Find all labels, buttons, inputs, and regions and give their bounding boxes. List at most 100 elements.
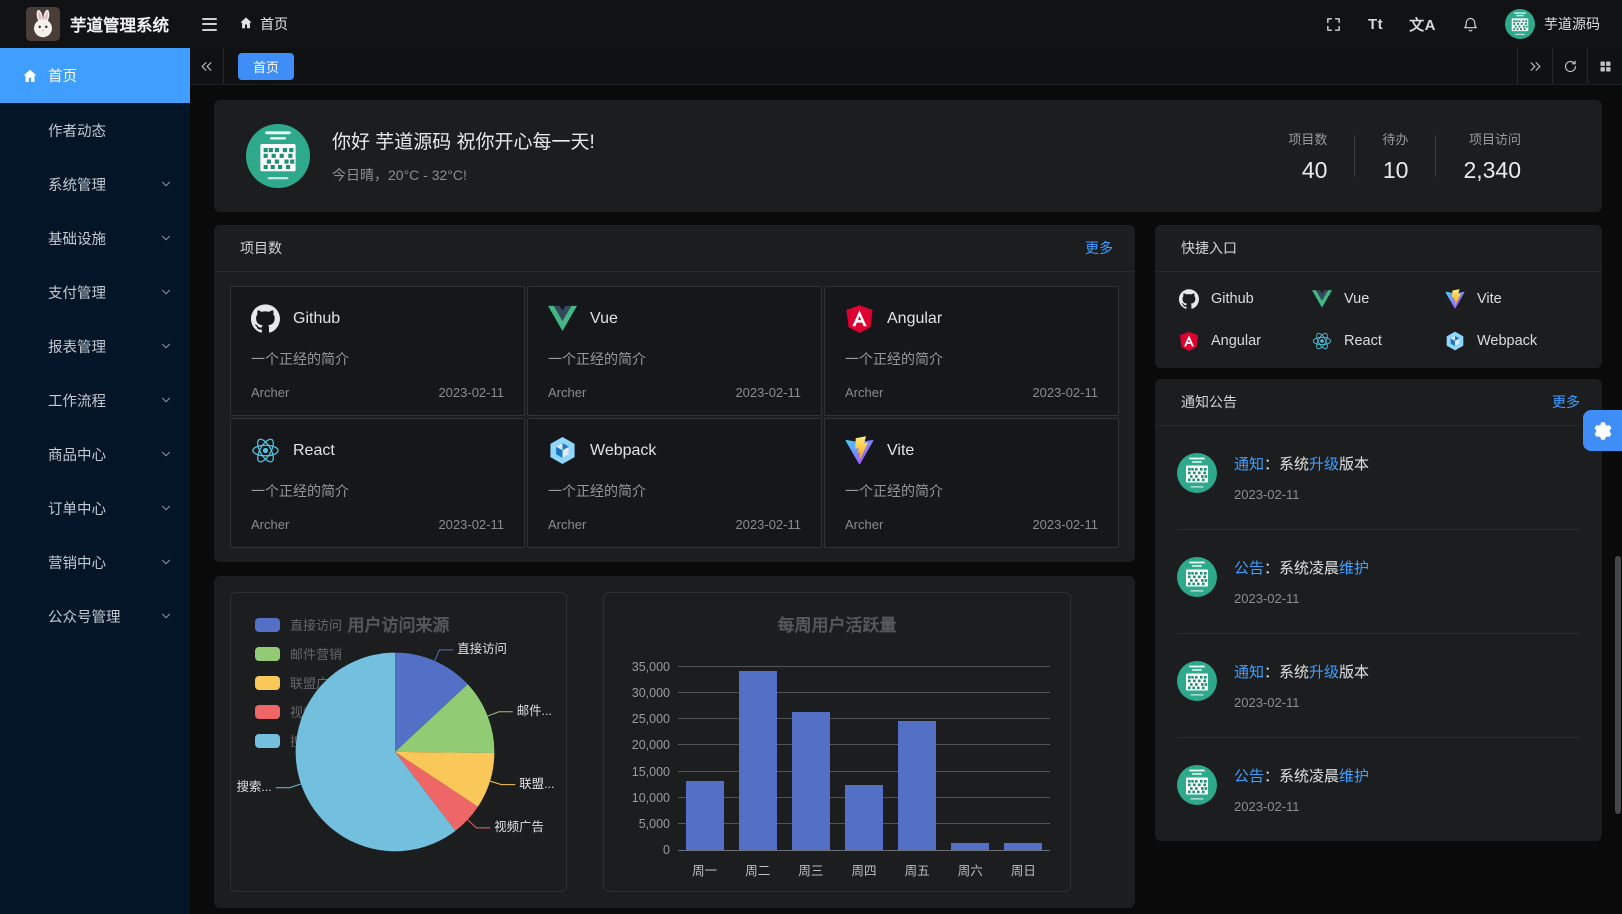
stat-value: 40 [1288, 157, 1327, 184]
sidebar-item-pay[interactable]: 支付管理 [0, 265, 190, 319]
bar-周三[interactable] [792, 712, 830, 850]
sidebar-item-order[interactable]: 订单中心 [0, 481, 190, 535]
bar-column [891, 667, 944, 850]
notice-item: 通知：系统升级版本 2023-02-11 [1177, 634, 1580, 738]
notice-title-segment: 公告 [1234, 560, 1264, 577]
tabbar: 首页 [190, 48, 1622, 85]
project-description: 一个正经的简介 [251, 349, 504, 369]
x-axis-tick-label: 周三 [784, 860, 837, 879]
projects-grid: Github 一个正经的简介 Archer 2023-02-11 Vue 一个正… [214, 272, 1135, 562]
notice-title[interactable]: 公告：系统凌晨维护 [1234, 557, 1369, 578]
gear-icon [1593, 421, 1613, 441]
notice-title-segment: 升级 [1309, 664, 1339, 681]
bar-周五[interactable] [898, 721, 936, 850]
projects-more-link[interactable]: 更多 [1085, 238, 1113, 258]
bar-column [944, 667, 997, 850]
chevron-down-icon [160, 610, 172, 622]
notice-title-segment: 维护 [1339, 560, 1369, 577]
notice-title-segment: 公告 [1234, 768, 1264, 785]
bar-周四[interactable] [845, 785, 883, 850]
refresh-icon[interactable] [1552, 48, 1587, 84]
webpack-icon [1445, 331, 1465, 351]
project-name: Angular [887, 310, 942, 328]
shortcut-vue[interactable]: Vue [1312, 289, 1445, 309]
home-icon [22, 68, 38, 84]
sidebar-item-report[interactable]: 报表管理 [0, 319, 190, 373]
notice-avatar [1177, 765, 1217, 814]
sidebar-item-product[interactable]: 商品中心 [0, 427, 190, 481]
hamburger-icon [202, 18, 217, 31]
project-author: Archer [251, 385, 289, 400]
tabs-scroll-left-icon[interactable] [190, 48, 224, 84]
angular-icon [845, 304, 874, 333]
project-footer: Archer 2023-02-11 [845, 517, 1098, 532]
sidebar-item-infra[interactable]: 基础设施 [0, 211, 190, 265]
notice-title[interactable]: 公告：系统凌晨维护 [1234, 765, 1369, 786]
shortcuts-card-header: 快捷入口 [1155, 225, 1602, 272]
notice-title-segment: ：系统 [1264, 664, 1309, 681]
sidebar-item-label: 订单中心 [48, 498, 106, 519]
tabs-scroll-right-icon[interactable] [1517, 48, 1552, 84]
notice-date: 2023-02-11 [1234, 799, 1369, 814]
project-card-react[interactable]: React 一个正经的简介 Archer 2023-02-11 [230, 418, 525, 548]
shortcut-webpack[interactable]: Webpack [1445, 331, 1578, 351]
chevron-down-icon [160, 232, 172, 244]
project-footer: Archer 2023-02-11 [251, 517, 504, 532]
notices-card: 通知公告 更多 通知：系统升级版本 2023-02-11 公告：系统凌晨维护 2… [1155, 379, 1602, 841]
pie-chart-panel: 用户访问来源 直接访问 邮件营销 联盟广告 视频广告 搜索引擎 直接访问邮件..… [230, 592, 567, 892]
pie-label: 视频广告 [494, 819, 544, 834]
font-size-icon[interactable]: Tt [1368, 16, 1383, 33]
user-menu[interactable]: 芋道源码 [1505, 9, 1600, 39]
project-card-vite[interactable]: Vite 一个正经的简介 Archer 2023-02-11 [824, 418, 1119, 548]
pie-label: 邮件... [517, 704, 552, 718]
sidebar-item-system[interactable]: 系统管理 [0, 157, 190, 211]
sidebar-item-label: 公众号管理 [48, 606, 121, 627]
bar-周一[interactable] [686, 781, 724, 850]
notice-title[interactable]: 通知：系统升级版本 [1234, 453, 1369, 474]
breadcrumb[interactable]: 首页 [239, 14, 288, 34]
project-card-angular[interactable]: Angular 一个正经的简介 Archer 2023-02-11 [824, 286, 1119, 416]
notice-item: 公告：系统凌晨维护 2023-02-11 [1177, 738, 1580, 841]
bar-周六[interactable] [951, 843, 989, 850]
shortcut-vite[interactable]: Vite [1445, 289, 1578, 309]
shortcut-angular[interactable]: Angular [1179, 331, 1312, 351]
notice-title[interactable]: 通知：系统升级版本 [1234, 661, 1369, 682]
pie-label-line [488, 712, 513, 716]
project-card-vue[interactable]: Vue 一个正经的简介 Archer 2023-02-11 [527, 286, 822, 416]
project-card-webpack[interactable]: Webpack 一个正经的简介 Archer 2023-02-11 [527, 418, 822, 548]
project-date: 2023-02-11 [438, 517, 504, 532]
fullscreen-icon[interactable] [1325, 16, 1342, 33]
scrollbar-thumb[interactable] [1615, 556, 1621, 814]
x-axis-tick-label: 周二 [731, 860, 784, 879]
stat-label: 项目访问 [1463, 129, 1521, 148]
vite-icon [845, 436, 874, 465]
project-author: Archer [845, 385, 883, 400]
bar-chart-panel: 每周用户活跃量 05,00010,00015,00020,00025,00030… [603, 592, 1071, 892]
locale-switch-icon[interactable]: 文A [1409, 14, 1436, 35]
shortcut-github[interactable]: Github [1179, 289, 1312, 309]
github-icon [1179, 289, 1199, 309]
project-card-github[interactable]: Github 一个正经的简介 Archer 2023-02-11 [230, 286, 525, 416]
app-logo-area[interactable]: 芋道管理系统 [0, 7, 190, 41]
sidebar-item-marketing[interactable]: 营销中心 [0, 535, 190, 589]
project-description: 一个正经的简介 [845, 481, 1098, 501]
notice-body: 通知：系统升级版本 2023-02-11 [1234, 661, 1369, 710]
layout-grid-icon[interactable] [1587, 48, 1622, 84]
sidebar-item-mp[interactable]: 公众号管理 [0, 589, 190, 643]
stat-value: 2,340 [1463, 157, 1521, 184]
menu-collapse-icon[interactable] [202, 18, 217, 31]
sidebar-item-label: 基础设施 [48, 228, 106, 249]
bar-column [997, 667, 1050, 850]
sidebar-item-workflow[interactable]: 工作流程 [0, 373, 190, 427]
notice-title-segment: 版本 [1339, 664, 1369, 681]
bar-周二[interactable] [739, 671, 777, 850]
notices-more-link[interactable]: 更多 [1552, 392, 1580, 412]
tab-home[interactable]: 首页 [238, 53, 294, 80]
settings-button[interactable] [1583, 410, 1622, 451]
notification-bell-icon[interactable] [1462, 16, 1479, 33]
sidebar-item-home[interactable]: 首页 [0, 48, 190, 103]
shortcut-react[interactable]: React [1312, 331, 1445, 351]
notice-avatar [1177, 453, 1217, 502]
bar-周日[interactable] [1004, 843, 1042, 850]
sidebar-item-author-news[interactable]: 作者动态 [0, 103, 190, 157]
